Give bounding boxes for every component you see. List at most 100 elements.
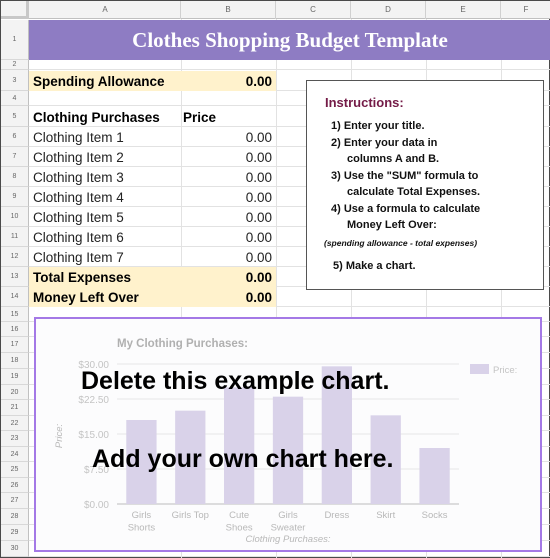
instruction-step-4-cont: Money Left Over:	[347, 219, 437, 231]
x-tick-label: Dress	[324, 510, 349, 521]
row-header-2[interactable]: 2	[1, 60, 29, 70]
column-header-b[interactable]: B	[181, 1, 276, 19]
row-header-24[interactable]: 24	[1, 447, 29, 462]
column-header-e[interactable]: E	[426, 1, 501, 19]
add-chart-instruction: Add your own chart here.	[92, 445, 394, 473]
x-tick-label: Shoes	[226, 523, 253, 534]
x-tick-label: Sweater	[271, 523, 306, 534]
row-header-18[interactable]: 18	[1, 353, 29, 369]
x-tick-label: Cute	[229, 510, 249, 521]
row-header-19[interactable]: 19	[1, 369, 29, 385]
instruction-step-3: 3) Use the "SUM" formula to calculate Tot…	[331, 168, 543, 201]
x-tick-label: Socks	[422, 510, 448, 521]
instructions-box[interactable]: Instructions: 1) Enter your title. 2) En…	[306, 80, 544, 290]
select-all-corner[interactable]	[1, 1, 29, 19]
instruction-step-5: 5) Make a chart.	[333, 258, 543, 275]
row-header-22[interactable]: 22	[1, 416, 29, 431]
x-tick-label: Girls	[132, 510, 152, 521]
row-header-17[interactable]: 17	[1, 337, 29, 353]
row-header-26[interactable]: 26	[1, 478, 29, 493]
row-header-29[interactable]: 29	[1, 525, 29, 541]
row-header-21[interactable]: 21	[1, 400, 29, 416]
delete-chart-instruction: Delete this example chart.	[81, 367, 390, 395]
x-tick-label: Girls Top	[172, 510, 209, 521]
row-header-13[interactable]: 13	[1, 267, 29, 287]
clothing-item-price[interactable]: 0.00	[181, 207, 276, 227]
row-header-10[interactable]: 10	[1, 207, 29, 227]
chart-title: My Clothing Purchases:	[117, 338, 248, 350]
x-tick-label: Girls	[278, 510, 298, 521]
row-header-23[interactable]: 23	[1, 431, 29, 447]
row-header-9[interactable]: 9	[1, 187, 29, 207]
y-tick-label: $15.00	[78, 430, 109, 441]
money-left-over-value[interactable]: 0.00	[181, 287, 276, 307]
clothing-item-label[interactable]: Clothing Item 3	[29, 167, 181, 187]
instruction-step-1: 1) Enter your title.	[331, 118, 543, 135]
row-header-15[interactable]: 15	[1, 307, 29, 322]
chart-bar	[419, 448, 450, 504]
row-header-16[interactable]: 16	[1, 322, 29, 337]
row-header-8[interactable]: 8	[1, 167, 29, 187]
column-header-d[interactable]: D	[351, 1, 426, 19]
row-header-6[interactable]: 6	[1, 127, 29, 147]
instruction-step-2-text: 2) Enter your data in	[331, 136, 438, 149]
bar-chart[interactable]: My Clothing Purchases:$0.00$7.50$15.00$2…	[36, 319, 540, 550]
row-header-7[interactable]: 7	[1, 147, 29, 167]
total-expenses-value[interactable]: 0.00	[181, 267, 276, 287]
row-header-27[interactable]: 27	[1, 493, 29, 509]
clothing-item-price[interactable]: 0.00	[181, 227, 276, 247]
clothing-item-price[interactable]: 0.00	[181, 187, 276, 207]
row-header-1[interactable]: 1	[1, 20, 29, 60]
spending-allowance-value[interactable]: 0.00	[181, 71, 276, 91]
title-banner[interactable]: Clothes Shopping Budget Template	[29, 20, 550, 60]
clothing-item-label[interactable]: Clothing Item 4	[29, 187, 181, 207]
legend-label: Price:	[493, 365, 517, 376]
clothing-item-label[interactable]: Clothing Item 6	[29, 227, 181, 247]
y-tick-label: $22.50	[78, 395, 109, 406]
row-header-14[interactable]: 14	[1, 287, 29, 307]
column-header-c[interactable]: C	[276, 1, 351, 19]
instruction-step-5-text: 5) Make a chart.	[333, 259, 416, 272]
instruction-step-4-text: 4) Use a formula to calculate	[331, 202, 481, 215]
clothing-item-label[interactable]: Clothing Item 1	[29, 127, 181, 147]
column-header-a[interactable]: A	[30, 1, 181, 19]
money-left-over-label[interactable]: Money Left Over	[29, 287, 181, 307]
price-header[interactable]: Price	[181, 107, 276, 127]
total-expenses-label[interactable]: Total Expenses	[29, 267, 181, 287]
instruction-step-3-text: 3) Use the "SUM" formula to	[331, 169, 479, 182]
row-header-20[interactable]: 20	[1, 385, 29, 400]
instruction-step-2-cont: columns A and B.	[347, 153, 440, 165]
clothing-item-label[interactable]: Clothing Item 7	[29, 247, 181, 267]
row-header-30[interactable]: 30	[1, 541, 29, 557]
clothing-item-price[interactable]: 0.00	[181, 167, 276, 187]
row-header-4[interactable]: 4	[1, 91, 29, 106]
legend-swatch	[470, 364, 489, 374]
instruction-step-3-cont: calculate Total Expenses.	[347, 186, 481, 198]
gridline	[29, 556, 550, 557]
clothing-item-price[interactable]: 0.00	[181, 127, 276, 147]
x-tick-label: Skirt	[376, 510, 395, 521]
clothing-item-label[interactable]: Clothing Item 2	[29, 147, 181, 167]
instruction-step-1-text: 1) Enter your title.	[331, 120, 425, 132]
row-header-3[interactable]: 3	[1, 70, 29, 91]
gridline	[29, 69, 550, 70]
clothing-item-price[interactable]: 0.00	[181, 147, 276, 167]
spreadsheet: A B C D E F 1 2 3 4 5 6 7 8 9 10 11 12 13 14 15 16 17 18 1…	[0, 0, 550, 558]
instruction-formula-note: (spending allowance - total expenses)	[324, 237, 478, 248]
clothing-purchases-header[interactable]: Clothing Purchases	[29, 107, 181, 127]
row-header-28[interactable]: 28	[1, 509, 29, 525]
x-axis-title: Clothing Purchases:	[245, 534, 330, 545]
y-axis-title: Price:	[54, 424, 65, 449]
row-header-25[interactable]: 25	[1, 462, 29, 478]
column-header-f[interactable]: F	[501, 1, 550, 19]
y-tick-label: $0.00	[84, 500, 109, 511]
spending-allowance-label[interactable]: Spending Allowance	[29, 71, 181, 91]
instructions-title: Instructions:	[325, 95, 404, 110]
clothing-item-label[interactable]: Clothing Item 5	[29, 207, 181, 227]
row-header-12[interactable]: 12	[1, 247, 29, 267]
clothing-item-price[interactable]: 0.00	[181, 247, 276, 267]
instruction-step-2: 2) Enter your data in columns A and B.	[331, 135, 543, 168]
row-header-11[interactable]: 11	[1, 227, 29, 247]
x-tick-label: Shorts	[128, 523, 156, 534]
row-header-5[interactable]: 5	[1, 106, 29, 127]
